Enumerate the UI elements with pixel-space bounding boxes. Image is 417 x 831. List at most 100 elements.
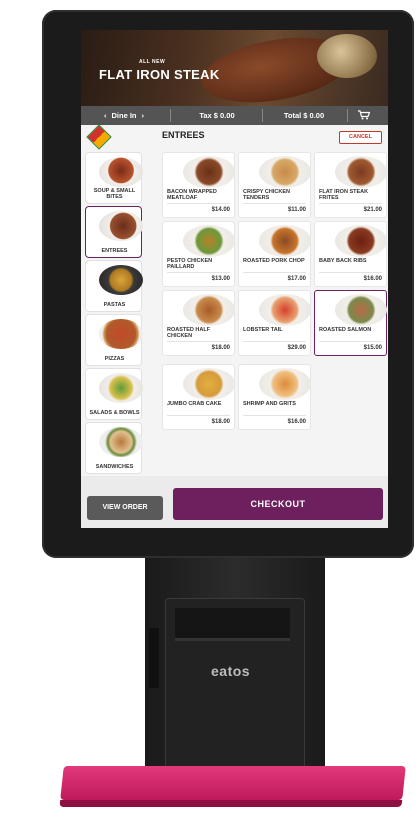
- divider: [167, 272, 230, 273]
- menu-item-card[interactable]: BACON WRAPPED MEATLOAF $14.00: [162, 152, 235, 218]
- dish-image: [183, 225, 235, 257]
- divider: [262, 109, 263, 122]
- item-name: FLAT IRON STEAK FRITES: [319, 189, 369, 202]
- dish-image: [335, 225, 387, 257]
- category-sandwiches[interactable]: SANDWICHES: [85, 422, 143, 474]
- category-soup-small-bites[interactable]: SOUP & SMALL BITES: [85, 152, 143, 204]
- dish-image: [259, 368, 311, 400]
- item-name: CRISPY CHICKEN TENDERS: [243, 189, 290, 202]
- cancel-button[interactable]: CANCEL: [339, 131, 382, 144]
- dish-image: [99, 427, 143, 457]
- category-label: PASTAS: [103, 302, 126, 308]
- order-type-selector[interactable]: ‹ Dine In ›: [85, 106, 163, 125]
- item-price: $11.00: [287, 207, 306, 213]
- dish-image: [183, 156, 235, 188]
- base-edge: [59, 800, 403, 807]
- dish-image: [259, 225, 311, 257]
- dish-image: [99, 265, 143, 295]
- divider: [347, 109, 348, 122]
- divider: [167, 203, 230, 204]
- menu-item-card[interactable]: LOBSTER TAIL $29.00: [238, 290, 311, 356]
- item-price: $13.00: [211, 276, 230, 282]
- dish-image: [99, 373, 143, 403]
- category-entrees[interactable]: ENTREES: [85, 206, 143, 258]
- divider: [243, 203, 306, 204]
- menu-item-card[interactable]: JUMBO CRAB CAKE $18.00: [162, 364, 235, 430]
- potato-image: [317, 34, 377, 78]
- total-display: Total $ 0.00: [283, 111, 325, 120]
- item-name: SHRIMP AND GRITS: [243, 401, 296, 407]
- divider: [243, 415, 306, 416]
- promo-banner[interactable]: ALL NEW FLAT IRON STEAK: [81, 30, 388, 106]
- promo-tagline: ALL NEW: [139, 59, 166, 65]
- item-name: PESTO CHICKEN PAILLARD: [167, 258, 213, 271]
- item-price: $18.00: [211, 419, 230, 425]
- card-reader-slot: [149, 628, 159, 688]
- item-name: BACON WRAPPED MEATLOAF: [167, 189, 217, 202]
- dish-image: [335, 294, 387, 326]
- item-name: JUMBO CRAB CAKE: [167, 401, 222, 407]
- item-name: ROASTED SALMON: [319, 327, 372, 333]
- dish-image: [183, 368, 235, 400]
- chevron-right-icon[interactable]: ›: [142, 111, 145, 120]
- item-name: LOBSTER TAIL: [243, 327, 283, 333]
- item-price: $21.00: [363, 207, 382, 213]
- category-pastas[interactable]: PASTAS: [85, 260, 143, 312]
- divider: [319, 203, 382, 204]
- category-label: SANDWICHES: [95, 464, 134, 470]
- item-price: $16.00: [363, 276, 382, 282]
- restaurant-logo: [86, 124, 112, 150]
- printer-slot: [175, 608, 290, 641]
- divider: [167, 341, 230, 342]
- category-label: SOUP & SMALL BITES: [93, 188, 136, 200]
- item-name: ROASTED HALF CHICKEN: [167, 327, 211, 340]
- category-label: ENTREES: [101, 248, 128, 254]
- page-header: ENTREES CANCEL: [81, 124, 388, 150]
- kiosk-screen: ALL NEW FLAT IRON STEAK ‹ Dine In › Tax $ …: [81, 30, 388, 528]
- menu-item-card[interactable]: ROASTED PORK CHOP $17.00: [238, 221, 311, 287]
- menu-item-card[interactable]: PESTO CHICKEN PAILLARD $13.00: [162, 221, 235, 287]
- kiosk-base: [59, 766, 406, 807]
- dish-image: [99, 157, 143, 187]
- page-title: ENTREES: [162, 130, 205, 140]
- divider: [170, 109, 171, 122]
- item-name: BABY BACK RIBS: [319, 258, 367, 264]
- menu-item-card[interactable]: CRISPY CHICKEN TENDERS $11.00: [238, 152, 311, 218]
- item-price: $29.00: [287, 345, 306, 351]
- menu-item-card[interactable]: SHRIMP AND GRITS $16.00: [238, 364, 311, 430]
- menu-item-card[interactable]: BABY BACK RIBS $16.00: [314, 221, 387, 287]
- category-label: PIZZAS: [104, 356, 125, 362]
- checkout-button[interactable]: CHECKOUT: [173, 488, 383, 520]
- item-price: $15.00: [363, 345, 382, 351]
- item-price: $14.00: [211, 207, 230, 213]
- divider: [319, 341, 382, 342]
- menu-item-card[interactable]: ROASTED SALMON $15.00: [314, 290, 387, 356]
- tax-display: Tax $ 0.00: [199, 111, 235, 120]
- dish-image: [183, 294, 235, 326]
- dish-image: [335, 156, 387, 188]
- category-salads-bowls[interactable]: SALADS & BOWLS: [85, 368, 143, 420]
- dish-image: [259, 156, 311, 188]
- menu-item-card[interactable]: ROASTED HALF CHICKEN $18.00: [162, 290, 235, 356]
- divider: [319, 272, 382, 273]
- divider: [243, 272, 306, 273]
- item-price: $18.00: [211, 345, 230, 351]
- cart-icon[interactable]: [358, 110, 370, 120]
- chevron-left-icon[interactable]: ‹: [104, 111, 107, 120]
- menu-item-card[interactable]: FLAT IRON STEAK FRITES $21.00: [314, 152, 387, 218]
- category-label: SALADS & BOWLS: [89, 410, 140, 416]
- item-price: $17.00: [287, 276, 306, 282]
- order-type-label: Dine In: [111, 111, 137, 120]
- item-name: ROASTED PORK CHOP: [243, 258, 305, 264]
- divider: [167, 415, 230, 416]
- order-bar: ‹ Dine In › Tax $ 0.00 Total $ 0.00: [81, 106, 388, 125]
- view-order-button[interactable]: VIEW ORDER: [87, 496, 163, 520]
- category-pizzas[interactable]: PIZZAS: [85, 314, 143, 366]
- brand-logo: eatos: [211, 663, 251, 679]
- checkout-footer: VIEW ORDER CHECKOUT: [81, 476, 388, 528]
- dish-image: [99, 211, 143, 241]
- dish-image: [99, 319, 143, 349]
- promo-title: FLAT IRON STEAK: [99, 67, 220, 82]
- item-price: $16.00: [287, 419, 306, 425]
- dish-image: [259, 294, 311, 326]
